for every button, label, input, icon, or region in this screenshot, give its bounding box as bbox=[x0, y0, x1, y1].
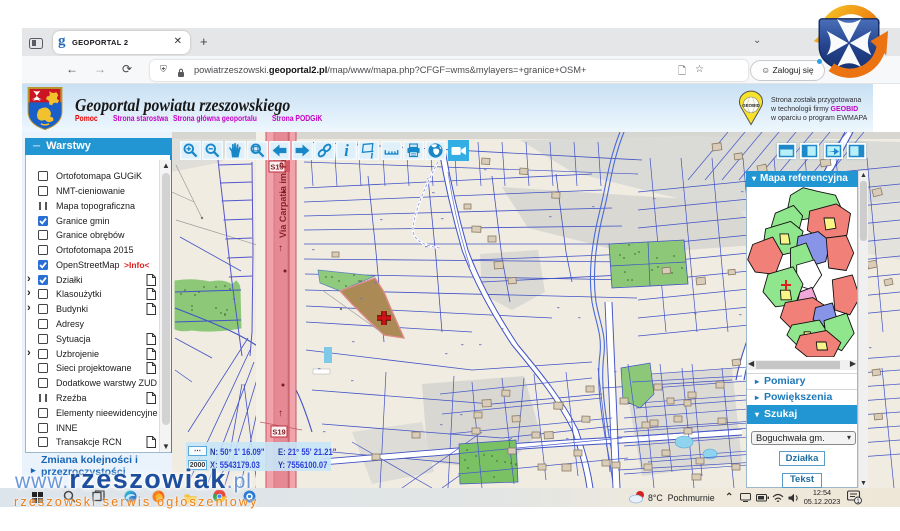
svg-text:S19: S19 bbox=[272, 428, 285, 437]
svg-text:i: i bbox=[371, 149, 375, 160]
svg-text:Via Carpatia im. Prez: Via Carpatia im. Prez bbox=[278, 149, 288, 238]
svg-text:↑: ↑ bbox=[278, 243, 283, 254]
svg-text:↑: ↑ bbox=[278, 408, 283, 419]
svg-text:i: i bbox=[344, 141, 349, 160]
svg-text:GEOBID: GEOBID bbox=[742, 103, 761, 108]
